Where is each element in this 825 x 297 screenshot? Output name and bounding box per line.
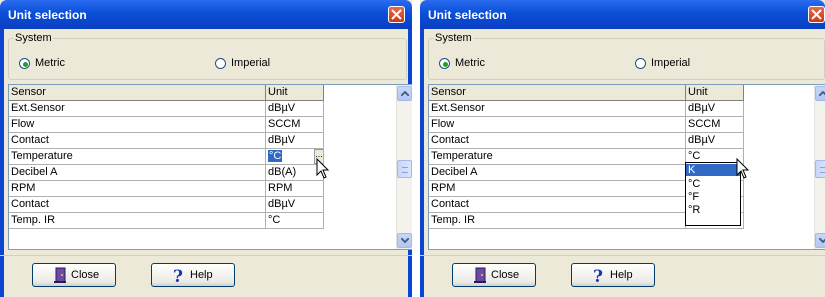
unit-cell[interactable]: RPM — [266, 181, 324, 197]
unit-selection-window-2: Unit selection System Metric Imperial Se… — [420, 0, 825, 297]
sensor-cell[interactable]: Contact — [9, 133, 266, 149]
scroll-up-button[interactable] — [815, 86, 825, 101]
radio-selected-dot — [23, 62, 28, 67]
sensor-cell[interactable]: RPM — [9, 181, 266, 197]
svg-text:?: ? — [173, 267, 183, 284]
chevron-up-icon — [819, 91, 825, 96]
sensor-cell[interactable]: Contact — [9, 197, 266, 213]
unit-cell[interactable]: dBµV — [266, 197, 324, 213]
radio-metric-label: Metric — [35, 57, 65, 69]
dropdown-option[interactable]: °R — [686, 204, 740, 216]
system-groupbox: System Metric Imperial — [8, 32, 407, 80]
footer-divider — [420, 255, 825, 256]
unit-cell[interactable]: dBµV — [686, 101, 744, 117]
sensor-cell[interactable]: Ext.Sensor — [429, 101, 686, 117]
radio-selected-dot — [443, 62, 448, 67]
close-button-label: Close — [491, 269, 520, 281]
window-title: Unit selection — [428, 8, 507, 22]
sensor-cell[interactable]: Flow — [9, 117, 266, 133]
unit-cell[interactable]: SCCM — [686, 117, 744, 133]
close-button[interactable]: Close — [452, 263, 536, 287]
close-button[interactable]: Close — [32, 263, 116, 287]
unit-cell[interactable]: dBµV — [266, 133, 324, 149]
unit-selection-window-1: Unit selection System Metric Imperial Se… — [0, 0, 412, 297]
sensor-cell[interactable]: Decibel A — [429, 165, 686, 181]
unit-cell[interactable]: dBµV — [266, 101, 324, 117]
window-close-button[interactable] — [808, 6, 825, 23]
unit-cell[interactable]: °C — [266, 213, 324, 229]
window-close-button[interactable] — [388, 6, 405, 23]
sensor-cell[interactable]: Flow — [429, 117, 686, 133]
header-sensor[interactable]: Sensor — [429, 85, 686, 101]
unit-cell[interactable]: SCCM — [266, 117, 324, 133]
scroll-up-button[interactable] — [397, 86, 412, 101]
mouse-pointer-icon — [736, 158, 750, 179]
unit-cell[interactable]: dBµV — [686, 133, 744, 149]
close-icon — [391, 9, 402, 20]
title-bar: Unit selection — [0, 0, 412, 29]
radio-circle — [215, 58, 226, 69]
sensor-cell[interactable]: Temp. IR — [9, 213, 266, 229]
unit-edit-selected-text[interactable]: °C — [268, 150, 283, 162]
scroll-thumb[interactable] — [815, 160, 825, 178]
sensor-cell[interactable]: Temperature — [9, 149, 266, 165]
door-icon — [54, 267, 66, 283]
sensor-cell[interactable]: Contact — [429, 133, 686, 149]
chevron-down-icon — [401, 238, 409, 243]
radio-circle — [635, 58, 646, 69]
question-icon: ? — [173, 267, 183, 284]
footer-divider — [0, 255, 412, 256]
header-unit[interactable]: Unit — [686, 85, 744, 101]
title-bar: Unit selection — [420, 0, 825, 29]
close-icon — [811, 9, 822, 20]
header-unit[interactable]: Unit — [266, 85, 324, 101]
scroll-down-button[interactable] — [815, 233, 825, 248]
radio-imperial-label: Imperial — [231, 57, 271, 69]
help-button[interactable]: ? Help — [571, 263, 655, 287]
system-group-label: System — [434, 32, 473, 44]
dropdown-option[interactable]: °F — [686, 191, 740, 203]
chevron-up-icon — [401, 91, 409, 96]
chevron-down-icon — [819, 238, 825, 243]
close-button-label: Close — [71, 269, 100, 281]
radio-metric-label: Metric — [455, 57, 485, 69]
unit-dropdown-list[interactable]: K °C °F °R — [685, 162, 741, 226]
help-button[interactable]: ? Help — [151, 263, 235, 287]
sensor-cell[interactable]: Decibel A — [9, 165, 266, 181]
svg-text:?: ? — [593, 267, 603, 284]
vertical-scrollbar[interactable] — [814, 85, 825, 249]
dropdown-option[interactable]: °C — [686, 178, 740, 190]
sensor-unit-grid[interactable]: Sensor Unit Ext.Sensor dBµV Flow SCCM Co… — [428, 84, 825, 250]
help-button-label: Help — [190, 269, 213, 281]
system-group-label: System — [14, 32, 53, 44]
door-icon — [474, 267, 486, 283]
sensor-cell[interactable]: Temp. IR — [429, 213, 686, 229]
sensor-cell[interactable]: Contact — [429, 197, 686, 213]
scroll-down-button[interactable] — [397, 233, 412, 248]
window-title: Unit selection — [8, 8, 87, 22]
sensor-cell[interactable]: Ext.Sensor — [9, 101, 266, 117]
radio-circle — [19, 58, 30, 69]
header-sensor[interactable]: Sensor — [9, 85, 266, 101]
radio-circle — [439, 58, 450, 69]
dropdown-option[interactable]: K — [686, 164, 740, 176]
system-groupbox: System Metric Imperial — [428, 32, 825, 80]
window-frame-left — [0, 29, 4, 297]
sensor-unit-grid[interactable]: Sensor Unit Ext.Sensor dBµV Flow SCCM Co… — [8, 84, 412, 250]
sensor-cell[interactable]: Temperature — [429, 149, 686, 165]
vertical-scrollbar[interactable] — [396, 85, 412, 249]
radio-imperial-label: Imperial — [651, 57, 691, 69]
question-icon: ? — [593, 267, 603, 284]
mouse-pointer-icon — [316, 158, 330, 179]
window-frame-left — [420, 29, 424, 297]
help-button-label: Help — [610, 269, 633, 281]
scroll-thumb[interactable] — [397, 160, 412, 178]
sensor-cell[interactable]: RPM — [429, 181, 686, 197]
